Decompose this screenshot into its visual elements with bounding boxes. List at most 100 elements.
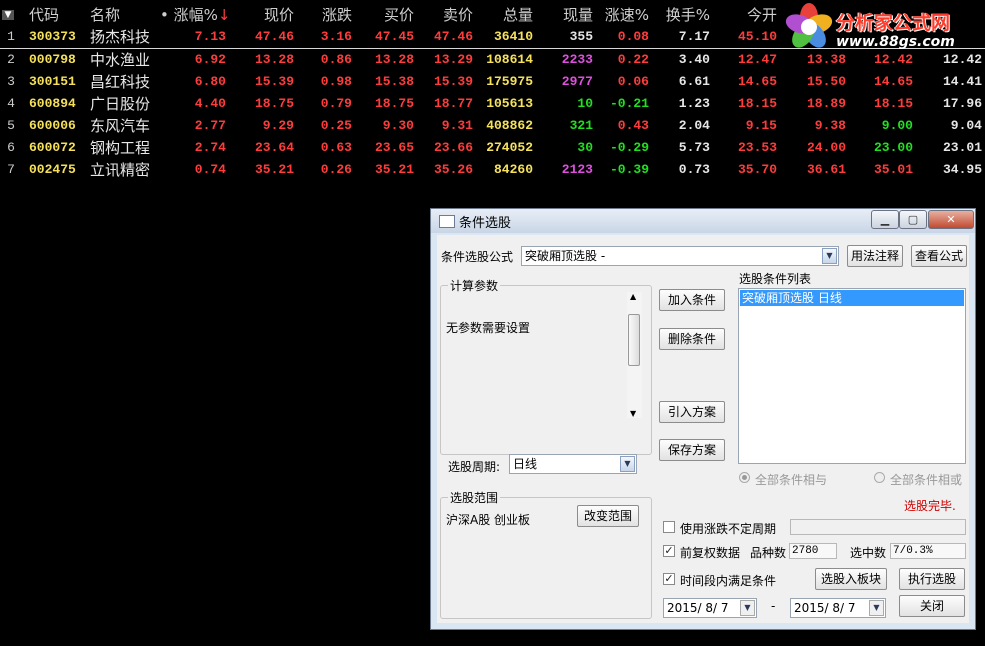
to-block-button[interactable]: 选股入板块 [815, 568, 887, 590]
close-button[interactable]: 关闭 [899, 595, 965, 617]
col-header-current-volume[interactable]: 现量 [537, 4, 593, 26]
col-header-price[interactable]: 现价 [230, 4, 294, 26]
cell-cur: 321 [569, 118, 593, 133]
cell-name: 钢构工程 [90, 139, 151, 157]
cell-price: 15.39 [254, 74, 294, 89]
uncertain-period-field[interactable] [790, 519, 966, 535]
condition-list-item[interactable]: 突破厢顶选股 日线 [740, 290, 964, 306]
usage-notes-button[interactable]: 用法注释 [847, 245, 903, 267]
cell-price: 47.46 [254, 29, 294, 44]
cell-delta: 0.86 [320, 52, 352, 67]
cell-turn: 6.61 [678, 74, 710, 89]
cell-open: 35.70 [737, 162, 777, 177]
radio-and-label: 全部条件相与 [755, 473, 828, 487]
cell-bid: 35.21 [374, 162, 414, 177]
cell-turn: 5.73 [678, 140, 710, 155]
cell-open: 12.47 [737, 52, 777, 67]
minimize-button[interactable]: ▁ [871, 210, 899, 229]
chevron-down-icon[interactable]: ▼ [620, 456, 635, 472]
add-condition-button[interactable]: 加入条件 [659, 289, 725, 311]
cell-vol: 408862 [486, 118, 533, 133]
table-row[interactable]: 7 002475 立讯精密 0.74 35.21 0.26 35.21 35.26 84260 2… [0, 159, 985, 181]
date-from-picker[interactable]: 2015/ 8/ 7 ▼ [663, 598, 757, 618]
cell-high: 18.89 [806, 96, 846, 111]
cell-price: 18.75 [254, 96, 294, 111]
table-row[interactable]: 5 600006 东风汽车 2.77 9.29 0.25 9.30 9.31 408862 321… [0, 115, 985, 137]
col-header-name[interactable]: 名称 [90, 4, 120, 26]
change-range-button[interactable]: 改变范围 [577, 505, 639, 527]
cell-speed: -0.21 [609, 96, 649, 111]
formula-select[interactable]: 突破厢顶选股 - ▼ [521, 246, 839, 266]
cell-no: 3 [7, 74, 15, 89]
period-condition-label: 时间段内满足条件 [680, 574, 777, 588]
cell-bid: 13.28 [374, 52, 414, 67]
table-row[interactable]: 4 600894 广日股份 4.40 18.75 0.79 18.75 18.77 105613… [0, 93, 985, 115]
import-plan-button[interactable]: 引入方案 [659, 401, 725, 423]
col-header-delta[interactable]: 涨跌 [298, 4, 352, 26]
logo-title: 分析家公式网 [836, 12, 951, 34]
sort-arrow-icon[interactable]: ▼ [2, 10, 14, 20]
uncertain-period-checkbox[interactable] [663, 521, 675, 533]
cell-open: 18.15 [737, 96, 777, 111]
cell-speed: 0.08 [617, 29, 649, 44]
col-header-ask[interactable]: 卖价 [418, 4, 473, 26]
table-row[interactable]: 6 600072 钢构工程 2.74 23.64 0.63 23.65 23.66 274052… [0, 137, 985, 159]
period-select[interactable]: 日线 ▼ [509, 454, 637, 474]
date-to-picker[interactable]: 2015/ 8/ 7 ▼ [790, 598, 886, 618]
close-window-button[interactable]: ✕ [928, 210, 974, 229]
table-row[interactable]: 3 300151 昌红科技 6.80 15.39 0.98 15.38 15.39 175975… [0, 71, 985, 93]
col-header-turnover[interactable]: 换手% [654, 4, 710, 26]
range-value: 沪深A股 创业板 [446, 513, 531, 527]
col-header-volume[interactable]: 总量 [478, 4, 533, 26]
scroll-down-icon[interactable]: ▼ [630, 409, 636, 418]
period-condition-checkbox[interactable]: ✓ [663, 573, 675, 585]
cell-code: 300151 [29, 74, 76, 89]
cell-price: 35.21 [254, 162, 294, 177]
stock-screener-dialog: 条件选股 ▁ ▢ ✕ 条件选股公式 突破厢顶选股 - ▼ 用法注释 查看公式 计… [430, 208, 976, 630]
cell-turn: 1.23 [678, 96, 710, 111]
cell-high: 36.61 [806, 162, 846, 177]
view-formula-button[interactable]: 查看公式 [911, 245, 967, 267]
cell-ask: 23.66 [433, 140, 473, 155]
save-plan-button[interactable]: 保存方案 [659, 439, 725, 461]
cell-no: 1 [7, 29, 15, 44]
cell-bid: 15.38 [374, 74, 414, 89]
dialog-title: 条件选股 [459, 216, 512, 231]
cell-name: 东风汽车 [90, 117, 151, 135]
cell-cur: 2123 [561, 162, 593, 177]
scroll-up-icon[interactable]: ▲ [630, 292, 636, 301]
cell-chg: 4.40 [194, 96, 226, 111]
delete-condition-button[interactable]: 删除条件 [659, 328, 725, 350]
dialog-titlebar[interactable]: 条件选股 ▁ ▢ ✕ [431, 209, 975, 233]
cell-speed: -0.29 [609, 140, 649, 155]
chevron-down-icon[interactable]: ▼ [740, 600, 755, 616]
condition-list[interactable]: 突破厢顶选股 日线 [738, 288, 966, 464]
cell-ask: 47.46 [433, 29, 473, 44]
cell-code: 600894 [29, 96, 76, 111]
cell-vol: 274052 [486, 140, 533, 155]
logo-url: www.88gs.com [836, 34, 955, 50]
scroll-thumb[interactable] [628, 314, 640, 366]
cell-bid: 47.45 [374, 29, 414, 44]
params-scrollbar[interactable]: ▲ ▼ [627, 292, 642, 418]
cell-ask: 35.26 [433, 162, 473, 177]
col-header-speed[interactable]: 涨速% [597, 4, 649, 26]
col-header-open[interactable]: 今开 [715, 4, 777, 26]
radio-and[interactable] [739, 472, 750, 483]
cell-delta: 0.79 [320, 96, 352, 111]
cell-vol: 84260 [493, 162, 533, 177]
radio-or[interactable] [874, 472, 885, 483]
chevron-down-icon[interactable]: ▼ [822, 248, 837, 264]
run-screen-button[interactable]: 执行选股 [899, 568, 965, 590]
col-header-bid[interactable]: 买价 [356, 4, 414, 26]
cell-cur: 355 [569, 29, 593, 44]
col-header-code[interactable]: 代码 [29, 4, 61, 26]
cell-chg: 6.80 [194, 74, 226, 89]
col-header-change-pct[interactable]: • 涨幅%↓ [160, 4, 230, 26]
date-to-value: 2015/ 8/ 7 [794, 601, 856, 615]
forward-adjust-checkbox[interactable]: ✓ [663, 545, 675, 557]
chevron-down-icon[interactable]: ▼ [869, 600, 884, 616]
maximize-button[interactable]: ▢ [899, 210, 927, 229]
cell-code: 002475 [29, 162, 76, 177]
cell-chg: 6.92 [194, 52, 226, 67]
